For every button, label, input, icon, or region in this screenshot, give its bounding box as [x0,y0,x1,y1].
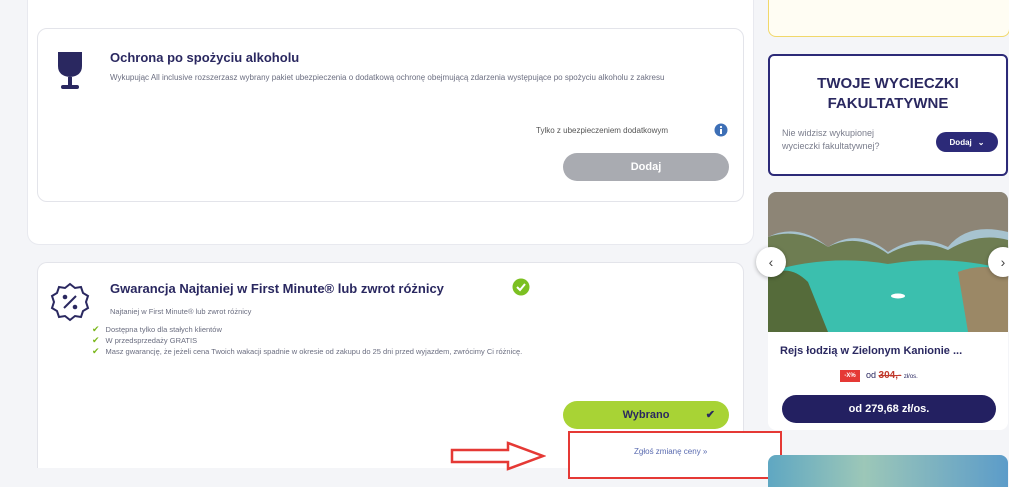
discount-badge: -X% [840,370,860,382]
canyon-photo [768,192,1008,332]
top-info-card [768,0,1009,37]
check-icon: ✔ [92,346,100,356]
report-price-change-link[interactable]: Zgłoś zmianę ceny » [634,447,707,456]
excursions-title: TWOJE WYCIECZKI FAKULTATYWNE [817,75,959,112]
arrow-right-icon [450,441,546,471]
guarantee-feature-list: ✔ Dostępna tylko dla stałych klientów ✔ W … [92,324,522,357]
check-icon: ✔ [92,324,100,334]
feature-item: ✔ Dostępna tylko dla stałych klientów [92,324,222,334]
wine-glass-icon [58,52,82,89]
additional-insurance-note: Tylko z ubezpieczeniem dodatkowym [536,126,669,135]
excursions-box: TWOJE WYCIECZKI FAKULTATYWNE Nie widzisz… [768,54,1008,176]
alcohol-add-button[interactable]: Dodaj [563,153,729,181]
next-offer-image [768,455,1008,487]
check-circle-icon [512,278,530,296]
excursions-add-button[interactable]: Dodaj ⌄ [936,132,998,152]
chevron-down-icon: ⌄ [977,137,985,147]
info-icon[interactable] [714,123,728,137]
guarantee-subtitle: Najtaniej w First Minute® lub zwrot różn… [110,307,252,316]
trip-title[interactable]: Rejs łodzią w Zielonym Kanionie ... [780,345,962,357]
excursions-question: Nie widzisz wykupionej wycieczki fakulta… [782,128,880,151]
guarantee-title: Gwarancja Najtaniej w First Minute® lub … [110,281,444,296]
chevron-right-icon: › [1000,254,1006,270]
feature-item: ✔ Masz gwarancję, że jeżeli cena Twoich w… [92,346,523,356]
feature-item: ✔ W przedsprzedaży GRATIS [92,335,198,345]
price-button[interactable]: od 279,68 zł/os. [782,395,996,423]
chevron-left-icon: ‹ [768,254,774,270]
checkmark-icon: ✔ [705,409,715,421]
old-price: od 304,- zł/os. [866,370,918,381]
alcohol-title: Ochrona po spożyciu alkoholu [110,50,300,65]
alcohol-description: Wykupując All inclusive rozszerzasz wybr… [110,73,665,82]
percent-badge-icon [50,282,90,322]
check-icon: ✔ [92,335,100,345]
guarantee-selected-button[interactable]: Wybrano ✔ [563,401,729,429]
carousel-prev-button[interactable]: ‹ [756,247,786,277]
